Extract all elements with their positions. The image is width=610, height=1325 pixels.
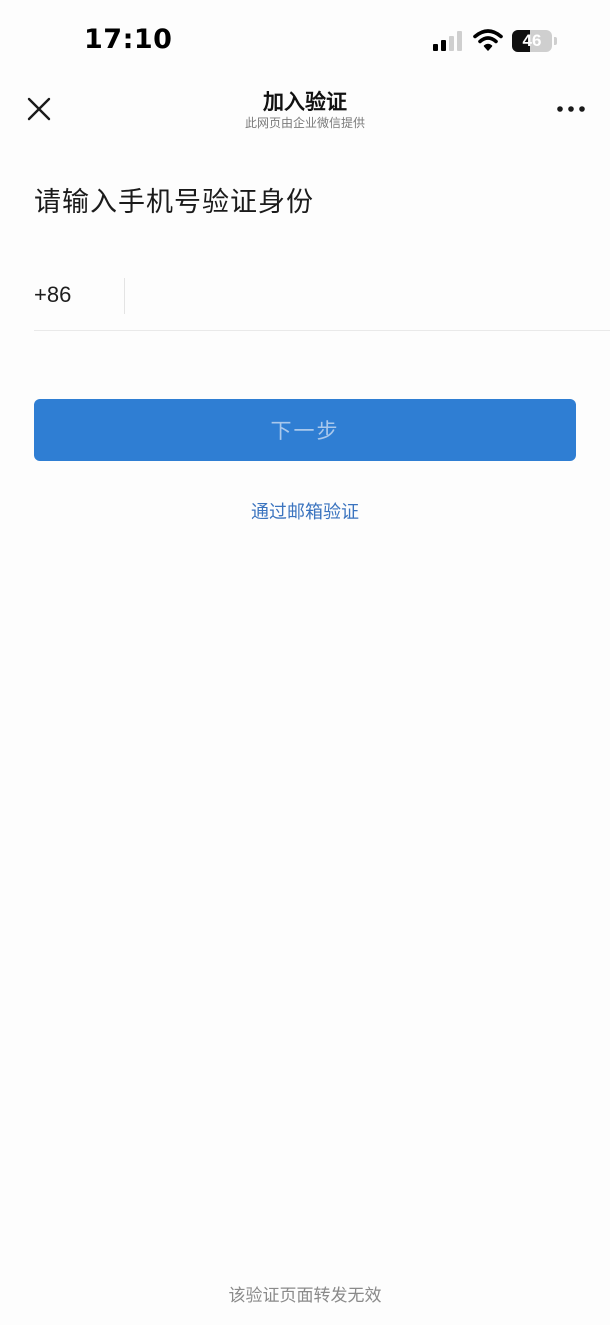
battery-icon: 46	[512, 30, 558, 52]
page-subtitle: 此网页由企业微信提供	[244, 116, 365, 130]
wifi-icon	[473, 29, 503, 51]
battery-level: 46	[522, 31, 542, 50]
nav-bar: 加入验证 此网页由企业微信提供	[0, 80, 610, 140]
verify-by-email-link[interactable]: 通过邮箱验证	[0, 498, 610, 524]
cellular-signal-icon	[433, 31, 462, 51]
status-time: 17:10	[84, 24, 173, 55]
next-step-button[interactable]: 下一步	[34, 399, 576, 461]
more-icon[interactable]	[552, 96, 590, 122]
status-bar: 17:10 46	[0, 0, 610, 80]
form-heading: 请输入手机号验证身份	[34, 187, 314, 218]
country-code-selector[interactable]: +86	[34, 282, 71, 308]
phone-number-input[interactable]	[138, 274, 592, 320]
divider	[124, 278, 125, 314]
phone-input-row: +86	[34, 262, 610, 331]
footer-note: 该验证页面转发无效	[228, 1286, 382, 1306]
page-title: 加入验证	[263, 90, 347, 114]
